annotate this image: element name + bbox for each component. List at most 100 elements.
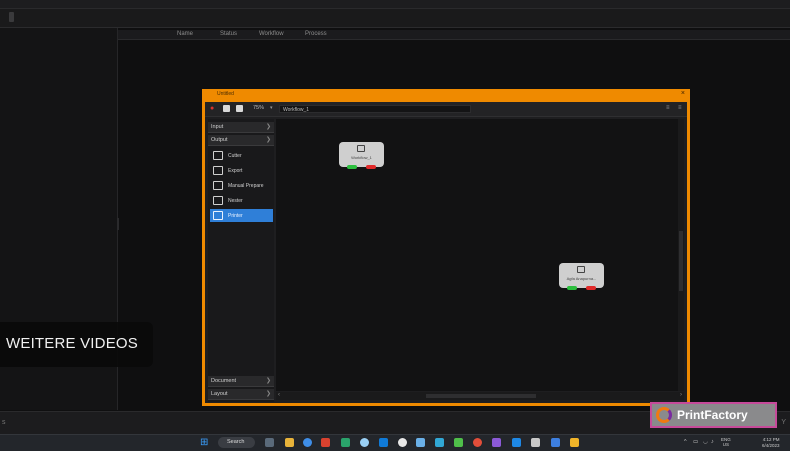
windows-taskbar: ⊞ Search ^ ▭ ◡ ♪ ENG US 4:12 PM 6/4/2023 [0, 434, 790, 451]
section-layout[interactable]: Layout ❯ [208, 389, 274, 400]
chevron-right-icon: ❯ [265, 137, 271, 143]
workflow-name-field[interactable]: Workflow_1 [279, 105, 471, 113]
tray-volume-icon[interactable]: ♪ [711, 439, 714, 445]
chrome-icon[interactable] [360, 438, 369, 447]
status-right-text: Y [781, 419, 786, 426]
close-icon[interactable]: × [681, 90, 685, 98]
taskbar-clock[interactable]: 4:12 PM 6/4/2023 [762, 437, 780, 448]
paste-icon[interactable] [236, 105, 243, 112]
palette-item-nester[interactable]: Nester [210, 194, 273, 207]
taskbar-search[interactable]: Search [218, 437, 255, 448]
column-header-workflow[interactable]: Workflow [259, 31, 284, 37]
workflow-node-printer[interactable]: Agfa Anapurna... [559, 263, 604, 290]
status-left-text: s [2, 419, 6, 426]
more-videos-overlay[interactable]: WEITERE VIDEOS [0, 322, 153, 367]
task-view-icon[interactable] [265, 438, 274, 447]
app-icon[interactable] [416, 438, 425, 447]
manual-prepare-icon [213, 181, 223, 190]
app-icon[interactable] [531, 438, 540, 447]
menu-handle-icon[interactable] [9, 12, 14, 22]
palette-item-label: Nester [228, 198, 243, 204]
clock-date: 6/4/2023 [762, 442, 780, 448]
window-icon [357, 145, 365, 152]
app-icon[interactable] [551, 438, 560, 447]
scrollbar-thumb[interactable] [426, 394, 536, 398]
pin-icon[interactable]: ● [210, 105, 217, 112]
workflow-editor-dialog: Untitled × ● 75% ▾ Workflow_1 ≡ ≡ Input … [202, 89, 690, 406]
palette-item-label: Printer [228, 213, 243, 219]
palette-item-label: Manual Prepare [228, 183, 264, 189]
success-port[interactable] [347, 165, 357, 169]
canvas-vertical-scrollbar[interactable] [678, 119, 684, 391]
tray-overflow-icon[interactable]: ^ [684, 439, 687, 445]
chevron-right-icon: ❯ [265, 378, 271, 384]
clock-time: 4:12 PM [762, 437, 780, 442]
app-icon[interactable] [454, 438, 463, 447]
app-icon[interactable] [398, 438, 407, 447]
node-label: Workflow_1 [351, 155, 372, 160]
app-toolbar [0, 9, 790, 28]
brand-swirl-icon [656, 407, 672, 423]
section-document[interactable]: Document ❯ [208, 376, 274, 387]
app-icon[interactable] [570, 438, 579, 447]
app-icon[interactable] [379, 438, 388, 447]
browser-icon[interactable] [303, 438, 312, 447]
editor-toolbar: ● 75% ▾ Workflow_1 ≡ ≡ [205, 102, 687, 117]
scroll-right-icon[interactable]: › [680, 392, 682, 398]
file-explorer-icon[interactable] [285, 438, 294, 447]
windows-start-icon[interactable]: ⊞ [200, 438, 210, 448]
palette-item-cutter[interactable]: Cutter [210, 149, 273, 162]
app-icon[interactable] [435, 438, 444, 447]
section-output[interactable]: Output ❯ [208, 135, 274, 146]
success-port[interactable] [567, 286, 577, 290]
language-indicator[interactable]: ENG US [721, 437, 731, 447]
queue-column-header: Name Status Workflow Process [118, 30, 790, 40]
grid-view-icon[interactable]: ≡ [678, 105, 682, 111]
column-header-status[interactable]: Status [220, 31, 237, 37]
error-port[interactable] [366, 165, 376, 169]
palette-item-printer[interactable]: Printer [210, 209, 273, 222]
brand-name: PrintFactory [677, 408, 748, 422]
node-label: Agfa Anapurna... [566, 276, 597, 281]
app-icon[interactable] [512, 438, 521, 447]
column-header-process[interactable]: Process [305, 31, 327, 37]
app-icon[interactable] [473, 438, 482, 447]
chevron-right-icon: ❯ [265, 391, 271, 397]
chevron-down-icon[interactable]: ▾ [270, 105, 273, 111]
dialog-body: ● 75% ▾ Workflow_1 ≡ ≡ Input ❯ Output ❯ … [205, 102, 687, 403]
nester-icon [213, 196, 223, 205]
column-header-name[interactable]: Name [177, 31, 193, 37]
tray-wifi-icon[interactable]: ◡ [703, 439, 708, 445]
copy-icon[interactable] [223, 105, 230, 112]
list-view-icon[interactable]: ≡ [666, 105, 670, 111]
export-icon [213, 166, 223, 175]
error-port[interactable] [586, 286, 596, 290]
app-icon[interactable] [321, 438, 330, 447]
section-label: Layout [211, 391, 228, 397]
workflow-canvas[interactable]: Workflow_1 Agfa Anapurna... [276, 119, 684, 391]
section-label: Document [211, 378, 237, 384]
tray-monitor-icon[interactable]: ▭ [693, 439, 698, 445]
printer-icon [577, 266, 585, 273]
workflow-node-input[interactable]: Workflow_1 [339, 142, 384, 169]
section-label: Output [211, 137, 228, 143]
palette-item-export[interactable]: Export [210, 164, 273, 177]
app-icon[interactable] [341, 438, 350, 447]
region-code: US [722, 442, 730, 447]
panel-splitter[interactable] [117, 218, 119, 230]
app-icon[interactable] [492, 438, 501, 447]
canvas-horizontal-scrollbar[interactable]: ‹ › [276, 392, 684, 400]
section-input[interactable]: Input ❯ [208, 122, 274, 133]
section-label: Input [211, 124, 224, 130]
palette-item-manual-prepare[interactable]: Manual Prepare [210, 179, 273, 192]
dialog-title-bar[interactable]: Untitled × [202, 89, 690, 100]
zoom-level[interactable]: 75% [253, 105, 264, 111]
scrollbar-thumb[interactable] [679, 231, 683, 291]
cutter-icon [213, 151, 223, 160]
scroll-left-icon[interactable]: ‹ [278, 392, 280, 398]
more-videos-label: WEITERE VIDEOS [6, 335, 138, 352]
palette-item-label: Cutter [228, 153, 242, 159]
chevron-right-icon: ❯ [265, 124, 271, 130]
printfactory-logo: PrintFactory [650, 402, 777, 428]
app-title-bar [0, 0, 790, 9]
